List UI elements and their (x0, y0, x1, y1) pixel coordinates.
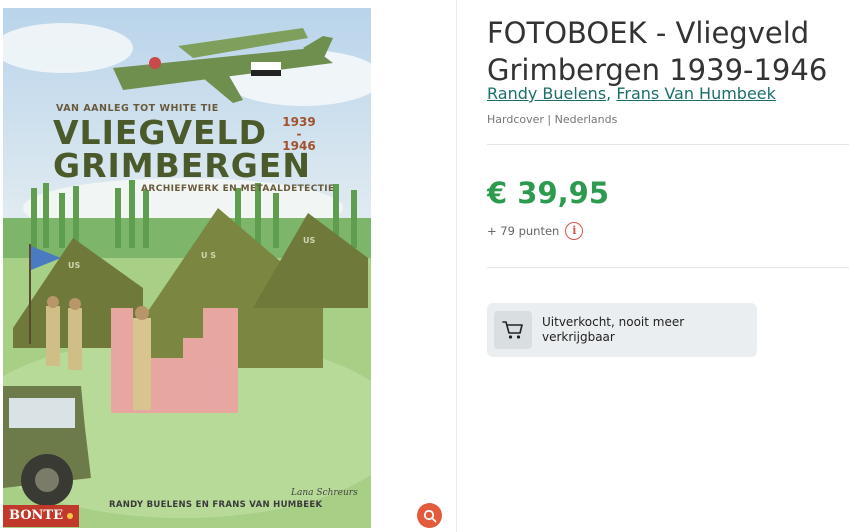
divider-bottom (487, 267, 849, 268)
product-authors: Randy Buelens, Frans Van Humbeek (487, 84, 776, 103)
author-link-frans-van-humbeek[interactable]: Frans Van Humbeek (616, 84, 776, 103)
info-icon[interactable]: i (565, 222, 584, 240)
product-price: € 39,95 (487, 176, 610, 210)
publisher-name: BONTE (9, 508, 64, 523)
product-title: FOTOBOEK - Vliegveld Grimbergen 1939-194… (487, 15, 849, 89)
sold-out-line2: verkrijgbaar (542, 330, 615, 344)
publisher-dot-icon (67, 512, 74, 519)
cover-authors: RANDY BUELENS EN FRANS VAN HUMBEEK (109, 500, 323, 510)
book-cover-image[interactable]: US U S US Lana Schreurs VAN AANLEG TOT W… (3, 8, 371, 528)
loyalty-points: + 79 punten i (487, 222, 584, 240)
column-divider (456, 0, 457, 532)
tent-label-left: US (68, 261, 80, 270)
product-meta: Hardcover | Nederlands (487, 113, 618, 126)
sold-out-line1: Uitverkocht, nooit meer (542, 315, 685, 329)
author-separator: , (606, 84, 617, 103)
cover-title-line2: GRIMBERGEN (53, 146, 311, 185)
cover-year-end: 1946 (282, 139, 316, 153)
cover-illustration: US U S US Lana Schreurs (3, 8, 371, 528)
author-link-randy-buelens[interactable]: Randy Buelens (487, 84, 606, 103)
zoom-icon (423, 509, 436, 522)
cover-years: 1939 - 1946 (279, 116, 319, 152)
artist-signature: Lana Schreurs (290, 488, 358, 498)
tent-label-center: U S (201, 251, 216, 260)
cover-subtitle-bottom: ARCHIEFWERK EN METAALDETECTIE (141, 184, 335, 194)
zoom-button[interactable] (417, 503, 442, 528)
sold-out-text: Uitverkocht, nooit meer verkrijgbaar (542, 315, 742, 345)
cart-icon-box (494, 311, 532, 349)
divider-top (487, 144, 849, 145)
sold-out-notice: Uitverkocht, nooit meer verkrijgbaar (487, 303, 757, 357)
loyalty-points-text: + 79 punten (487, 224, 560, 238)
publisher-logo: BONTE (3, 505, 80, 527)
tent-label-right: US (303, 236, 315, 245)
cart-icon (502, 321, 523, 339)
product-title-line1: FOTOBOEK - Vliegveld (487, 16, 810, 51)
